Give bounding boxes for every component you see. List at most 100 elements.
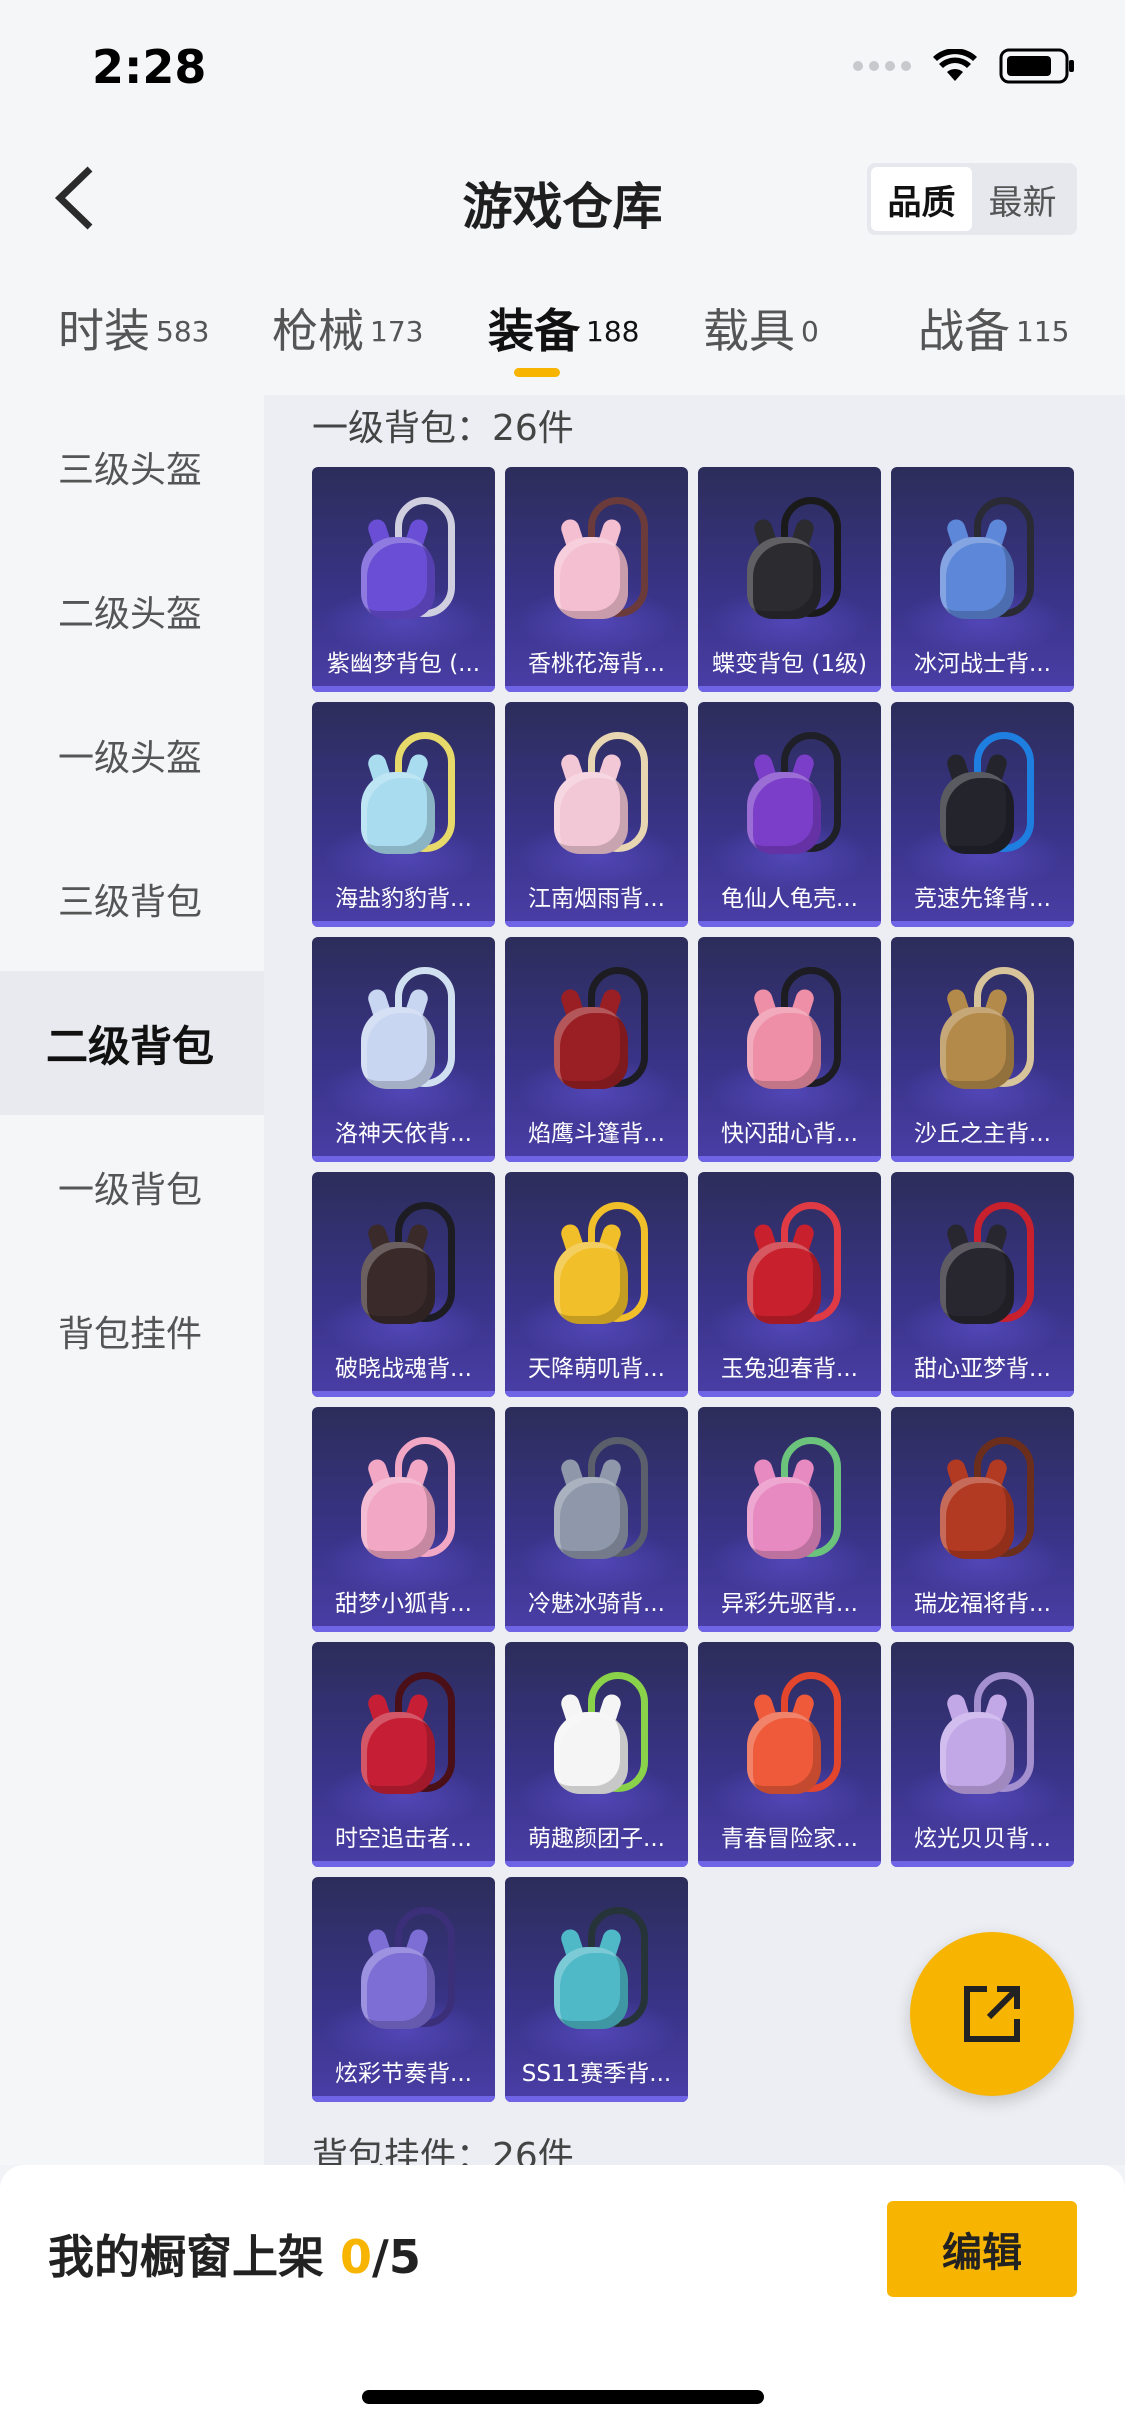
backpack-image bbox=[928, 1672, 1038, 1802]
item-name: 沙丘之主背... bbox=[914, 1121, 1051, 1147]
item-card[interactable]: SS11赛季背... bbox=[505, 1877, 688, 2102]
item-card[interactable]: 竞速先锋背... bbox=[891, 702, 1074, 927]
item-card[interactable]: 破晓战魂背... bbox=[312, 1172, 495, 1397]
quality-bar bbox=[505, 921, 688, 927]
edit-button[interactable]: 编辑 bbox=[887, 2201, 1077, 2297]
quality-bar bbox=[312, 686, 495, 692]
sidebar-item-backpack-charm[interactable]: 背包挂件 bbox=[0, 1259, 264, 1403]
item-card[interactable]: 快闪甜心背... bbox=[698, 937, 881, 1162]
item-card[interactable]: 天降萌叽背... bbox=[505, 1172, 688, 1397]
quality-bar bbox=[312, 1861, 495, 1867]
backpack-image bbox=[928, 732, 1038, 862]
sidebar-item-helmet-lv3[interactable]: 三级头盔 bbox=[0, 395, 264, 539]
backpack-image bbox=[349, 497, 459, 627]
item-name: SS11赛季背... bbox=[521, 2061, 672, 2087]
tab-label: 装备 bbox=[488, 304, 580, 358]
item-name: 天降萌叽背... bbox=[528, 1356, 665, 1382]
item-name: 海盐豹豹背... bbox=[335, 886, 472, 912]
backpack-image bbox=[928, 1202, 1038, 1332]
next-section-title: 背包挂件：26件 bbox=[312, 2136, 574, 2165]
quality-bar bbox=[312, 921, 495, 927]
sidebar-item-helmet-lv2[interactable]: 二级头盔 bbox=[0, 539, 264, 683]
tab-label: 战备 bbox=[918, 304, 1010, 358]
item-card[interactable]: 龟仙人龟壳... bbox=[698, 702, 881, 927]
item-name: 时空追击者... bbox=[335, 1826, 472, 1852]
quality-bar bbox=[698, 1156, 881, 1162]
quality-bar bbox=[698, 1391, 881, 1397]
item-card[interactable]: 沙丘之主背... bbox=[891, 937, 1074, 1162]
battery-icon bbox=[999, 48, 1074, 84]
tab-supplies[interactable]: 战备 115 bbox=[918, 295, 1069, 361]
backpack-image bbox=[542, 1437, 652, 1567]
sort-quality-option[interactable]: 品质 bbox=[871, 167, 972, 231]
item-card[interactable]: 异彩先驱背... bbox=[698, 1407, 881, 1632]
sidebar-item-backpack-lv1[interactable]: 一级背包 bbox=[0, 1115, 264, 1259]
tab-count: 0 bbox=[801, 314, 819, 348]
quality-bar bbox=[698, 1626, 881, 1632]
sidebar: 三级头盔 二级头盔 一级头盔 三级背包 二级背包 一级背包 背包挂件 bbox=[0, 395, 264, 2165]
backpack-image bbox=[542, 732, 652, 862]
status-icons bbox=[853, 46, 1077, 86]
tab-fashion[interactable]: 时装 583 bbox=[58, 295, 209, 361]
tab-count: 188 bbox=[586, 314, 640, 348]
sidebar-item-backpack-lv2[interactable]: 二级背包 bbox=[0, 971, 264, 1115]
quality-bar bbox=[505, 1626, 688, 1632]
quality-bar bbox=[698, 1861, 881, 1867]
backpack-image bbox=[542, 497, 652, 627]
share-button[interactable] bbox=[910, 1932, 1074, 2096]
item-name: 紫幽梦背包 (... bbox=[326, 651, 481, 677]
quality-bar bbox=[698, 686, 881, 692]
home-indicator[interactable] bbox=[362, 2390, 764, 2404]
item-name: 甜心亚梦背... bbox=[914, 1356, 1051, 1382]
item-name: 江南烟雨背... bbox=[528, 886, 665, 912]
quality-bar bbox=[312, 1156, 495, 1162]
quality-bar bbox=[891, 1626, 1074, 1632]
backpack-image bbox=[928, 1437, 1038, 1567]
tab-label: 载具 bbox=[703, 304, 795, 358]
item-card[interactable]: 洛神天依背... bbox=[312, 937, 495, 1162]
item-name: 青春冒险家... bbox=[721, 1826, 858, 1852]
item-card[interactable]: 江南烟雨背... bbox=[505, 702, 688, 927]
sidebar-item-helmet-lv1[interactable]: 一级头盔 bbox=[0, 683, 264, 827]
item-card[interactable]: 时空追击者... bbox=[312, 1642, 495, 1867]
item-card[interactable]: 炫彩节奏背... bbox=[312, 1877, 495, 2102]
item-card[interactable]: 焰鹰斗篷背... bbox=[505, 937, 688, 1162]
backpack-image bbox=[542, 1672, 652, 1802]
quality-bar bbox=[891, 686, 1074, 692]
showcase-total: /5 bbox=[372, 2230, 421, 2284]
category-tabs: 时装 583 枪械 173 装备 188 载具 0 战备 115 bbox=[0, 265, 1125, 395]
showcase-label: 我的橱窗上架 bbox=[48, 2230, 324, 2284]
item-name: 竞速先锋背... bbox=[914, 886, 1051, 912]
item-card[interactable]: 甜心亚梦背... bbox=[891, 1172, 1074, 1397]
item-card[interactable]: 蝶变背包 (1级) bbox=[698, 467, 881, 692]
item-name: 冰河战士背... bbox=[914, 651, 1051, 677]
item-card[interactable]: 海盐豹豹背... bbox=[312, 702, 495, 927]
item-card[interactable]: 香桃花海背... bbox=[505, 467, 688, 692]
tab-weapons[interactable]: 枪械 173 bbox=[272, 295, 423, 361]
item-card[interactable]: 紫幽梦背包 (... bbox=[312, 467, 495, 692]
items-panel[interactable]: 一级背包：26件 紫幽梦背包 (... 香桃花海背... 蝶变背包 (1级) 冰河战士… bbox=[264, 395, 1125, 2165]
tab-equipment[interactable]: 装备 188 bbox=[488, 295, 639, 361]
item-card[interactable]: 炫光贝贝背... bbox=[891, 1642, 1074, 1867]
item-card[interactable]: 青春冒险家... bbox=[698, 1642, 881, 1867]
tab-vehicles[interactable]: 载具 0 bbox=[703, 295, 819, 361]
item-name: 异彩先驱背... bbox=[721, 1591, 858, 1617]
section-title: 一级背包：26件 bbox=[312, 408, 574, 449]
backpack-image bbox=[735, 497, 845, 627]
item-card[interactable]: 甜梦小狐背... bbox=[312, 1407, 495, 1632]
item-name: 快闪甜心背... bbox=[721, 1121, 858, 1147]
item-card[interactable]: 瑞龙福将背... bbox=[891, 1407, 1074, 1632]
sidebar-item-backpack-lv3[interactable]: 三级背包 bbox=[0, 827, 264, 971]
quality-bar bbox=[312, 2096, 495, 2102]
backpack-image bbox=[735, 1202, 845, 1332]
quality-bar bbox=[891, 1156, 1074, 1162]
item-card[interactable]: 玉兔迎春背... bbox=[698, 1172, 881, 1397]
item-name: 冷魅冰骑背... bbox=[528, 1591, 665, 1617]
sort-newest-option[interactable]: 最新 bbox=[972, 167, 1073, 231]
item-name: 玉兔迎春背... bbox=[721, 1356, 858, 1382]
tab-count: 173 bbox=[370, 314, 424, 348]
item-name: 炫光贝贝背... bbox=[914, 1826, 1051, 1852]
item-card[interactable]: 冰河战士背... bbox=[891, 467, 1074, 692]
item-card[interactable]: 冷魅冰骑背... bbox=[505, 1407, 688, 1632]
item-card[interactable]: 萌趣颜团子... bbox=[505, 1642, 688, 1867]
